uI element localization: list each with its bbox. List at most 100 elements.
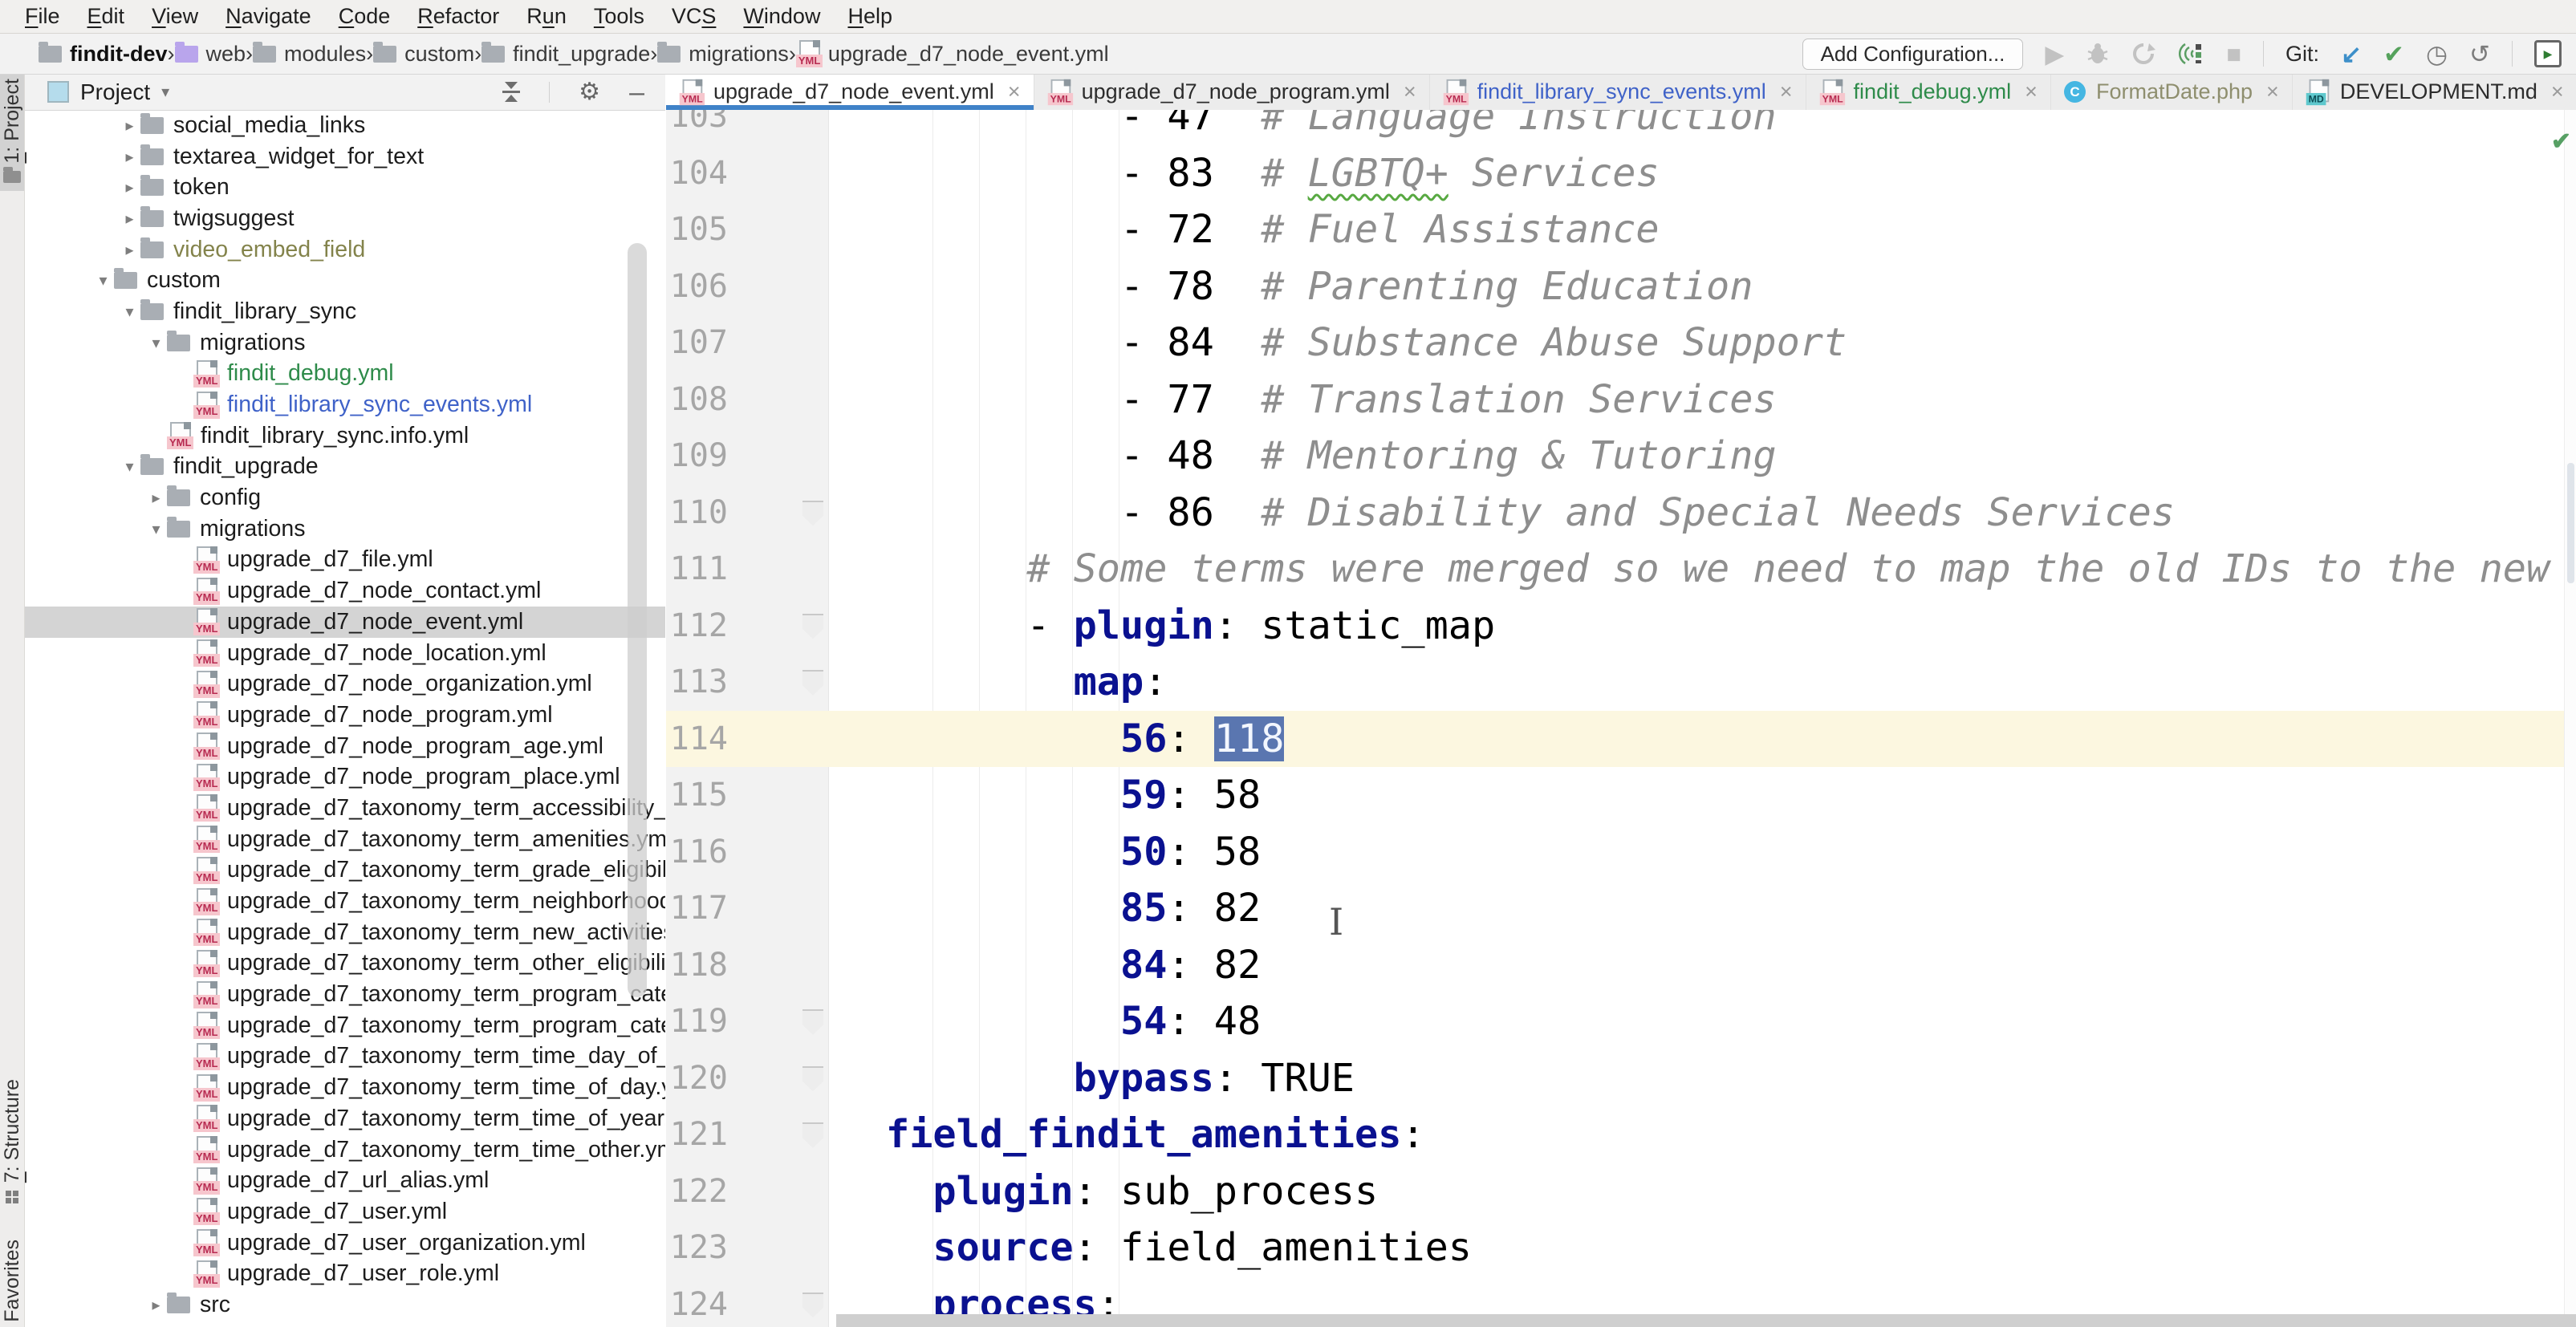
editor[interactable]: 103 - 47 # Language Instruction104 - 83 … bbox=[666, 110, 2576, 1327]
run-icon[interactable]: ▶ bbox=[2045, 42, 2064, 67]
editor-line-108[interactable]: 108 - 77 # Translation Services bbox=[666, 371, 2565, 428]
debug-icon[interactable] bbox=[2086, 42, 2110, 66]
tree-item-upgrade-d7-taxonomy-term-time-day-of-[interactable]: YMLupgrade_d7_taxonomy_term_time_day_of_ bbox=[25, 1041, 665, 1073]
editor-line-112[interactable]: 112 - plugin: static_map bbox=[666, 598, 2565, 655]
editor-line-122[interactable]: 122 plugin: sub_process bbox=[666, 1163, 2565, 1220]
tree-item-upgrade-d7-node-program-age-yml[interactable]: YMLupgrade_d7_node_program_age.yml bbox=[25, 731, 665, 762]
terminal-icon[interactable]: ▶ bbox=[2534, 40, 2562, 67]
menu-run[interactable]: Run bbox=[513, 4, 580, 29]
tree-item-migrations[interactable]: ▾migrations bbox=[25, 327, 665, 359]
menu-help[interactable]: Help bbox=[834, 4, 906, 29]
tree-item-findit-library-sync-events-yml[interactable]: YMLfindit_library_sync_events.yml bbox=[25, 389, 665, 420]
tree-item-custom[interactable]: ▾custom bbox=[25, 265, 665, 296]
git-rollback-icon[interactable]: ↺ bbox=[2469, 42, 2490, 67]
editor-line-105[interactable]: 105 - 72 # Fuel Assistance bbox=[666, 201, 2565, 258]
close-icon[interactable]: × bbox=[2025, 79, 2038, 104]
breadcrumb-item[interactable]: YMLupgrade_d7_node_event.yml bbox=[796, 40, 1109, 67]
tool-stripe-favorites-button[interactable]: 2: Favorites bbox=[0, 1223, 24, 1327]
tree-item-src[interactable]: ▸src bbox=[25, 1289, 665, 1321]
tool-stripe-project-button[interactable]: 1: Project bbox=[0, 71, 24, 191]
gear-icon[interactable]: ⚙ bbox=[579, 78, 600, 106]
menu-file[interactable]: File bbox=[11, 4, 74, 29]
editor-line-120[interactable]: 120 bypass: TRUE bbox=[666, 1050, 2565, 1107]
inspections-ok-icon[interactable]: ✔ bbox=[2551, 128, 2571, 156]
stop-icon[interactable]: ■ bbox=[2226, 42, 2241, 67]
breadcrumb-item[interactable]: findit_upgrade bbox=[481, 42, 650, 67]
tree-item-upgrade-d7-taxonomy-term-program-cate[interactable]: YMLupgrade_d7_taxonomy_term_program_cate bbox=[25, 1010, 665, 1041]
coverage-icon[interactable] bbox=[2131, 42, 2155, 66]
menu-window[interactable]: Window bbox=[729, 4, 834, 29]
tree-item-token[interactable]: ▸token bbox=[25, 172, 665, 203]
tree-item-upgrade-d7-taxonomy-term-accessibility-c[interactable]: YMLupgrade_d7_taxonomy_term_accessibilit… bbox=[25, 793, 665, 824]
tree-item-findit-library-sync-info-yml[interactable]: YMLfindit_library_sync.info.yml bbox=[25, 420, 665, 452]
menu-edit[interactable]: Edit bbox=[74, 4, 139, 29]
tree-item-upgrade-d7-taxonomy-term-new-activities[interactable]: YMLupgrade_d7_taxonomy_term_new_activiti… bbox=[25, 917, 665, 948]
editor-line-106[interactable]: 106 - 78 # Parenting Education bbox=[666, 258, 2565, 315]
tab-upgrade-d7-node-event-yml[interactable]: YMLupgrade_d7_node_event.yml× bbox=[666, 74, 1034, 110]
editor-line-103[interactable]: 103 - 47 # Language Instruction bbox=[666, 110, 2565, 145]
tree-item-findit-library-sync[interactable]: ▾findit_library_sync bbox=[25, 296, 665, 327]
tree-item-upgrade-d7-file-yml[interactable]: YMLupgrade_d7_file.yml bbox=[25, 545, 665, 576]
tree-scrollbar[interactable] bbox=[628, 243, 647, 997]
git-commit-icon[interactable]: ✔ bbox=[2383, 42, 2404, 67]
chevron-expanded-icon[interactable]: ▾ bbox=[119, 302, 140, 322]
close-icon[interactable]: × bbox=[1780, 79, 1793, 104]
add-configuration-button[interactable]: Add Configuration... bbox=[1802, 39, 2024, 70]
menu-refactor[interactable]: Refactor bbox=[404, 4, 513, 29]
breadcrumb-item[interactable]: modules bbox=[253, 42, 366, 67]
menu-view[interactable]: View bbox=[138, 4, 212, 29]
menu-tools[interactable]: Tools bbox=[580, 4, 658, 29]
tab-development-md[interactable]: MDDEVELOPMENT.md× bbox=[2293, 74, 2576, 110]
tab-formatdate-php[interactable]: CFormatDate.php× bbox=[2051, 74, 2293, 110]
editor-line-123[interactable]: 123 source: field_amenities bbox=[666, 1219, 2565, 1276]
tree-item-upgrade-d7-taxonomy-term-other-eligibili[interactable]: YMLupgrade_d7_taxonomy_term_other_eligib… bbox=[25, 948, 665, 980]
tree-item-upgrade-d7-node-program-yml[interactable]: YMLupgrade_d7_node_program.yml bbox=[25, 700, 665, 731]
editor-line-118[interactable]: 118 84: 82 bbox=[666, 937, 2565, 994]
tree-item-upgrade-d7-node-event-yml[interactable]: YMLupgrade_d7_node_event.yml bbox=[25, 607, 665, 638]
tree-item-upgrade-d7-taxonomy-term-time-of-day-y[interactable]: YMLupgrade_d7_taxonomy_term_time_of_day.… bbox=[25, 1072, 665, 1103]
editor-horizontal-scrollbar[interactable] bbox=[836, 1314, 2576, 1327]
tree-item-upgrade-d7-node-organization-yml[interactable]: YMLupgrade_d7_node_organization.yml bbox=[25, 668, 665, 700]
tree-item-upgrade-d7-node-program-place-yml[interactable]: YMLupgrade_d7_node_program_place.yml bbox=[25, 761, 665, 793]
menu-code[interactable]: Code bbox=[325, 4, 404, 29]
tree-item-upgrade-d7-user-yml[interactable]: YMLupgrade_d7_user.yml bbox=[25, 1196, 665, 1228]
git-update-icon[interactable]: ↙ bbox=[2341, 42, 2362, 67]
editor-line-121[interactable]: 121field_findit_amenities: bbox=[666, 1106, 2565, 1163]
tree-item-textarea-widget-for-text[interactable]: ▸textarea_widget_for_text bbox=[25, 141, 665, 172]
chevron-expanded-icon[interactable]: ▾ bbox=[145, 519, 167, 539]
menu-navigate[interactable]: Navigate bbox=[212, 4, 325, 29]
editor-line-113[interactable]: 113 map: bbox=[666, 654, 2565, 711]
tree-item-upgrade-d7-taxonomy-term-grade-eligibil[interactable]: YMLupgrade_d7_taxonomy_term_grade_eligib… bbox=[25, 855, 665, 887]
editor-line-107[interactable]: 107 - 84 # Substance Abuse Support bbox=[666, 315, 2565, 371]
tree-item-upgrade-d7-user-role-yml[interactable]: YMLupgrade_d7_user_role.yml bbox=[25, 1258, 665, 1289]
editor-line-104[interactable]: 104 - 83 # LGBTQ+ Services bbox=[666, 145, 2565, 202]
tree-item-social-media-links[interactable]: ▸social_media_links bbox=[25, 110, 665, 141]
editor-line-115[interactable]: 115 59: 58 bbox=[666, 767, 2565, 824]
tool-stripe-structure-button[interactable]: 7: Structure bbox=[0, 1071, 24, 1211]
git-history-icon[interactable]: ◷ bbox=[2426, 42, 2448, 67]
tree-item-upgrade-d7-taxonomy-term-time-other-ym[interactable]: YMLupgrade_d7_taxonomy_term_time_other.y… bbox=[25, 1134, 665, 1166]
chevron-down-icon[interactable]: ▾ bbox=[161, 82, 169, 102]
close-icon[interactable]: × bbox=[2551, 79, 2564, 104]
tree-item-upgrade-d7-taxonomy-term-neighborhood[interactable]: YMLupgrade_d7_taxonomy_term_neighborhood bbox=[25, 886, 665, 917]
chevron-collapsed-icon[interactable]: ▸ bbox=[119, 116, 140, 136]
chevron-expanded-icon[interactable]: ▾ bbox=[119, 457, 140, 477]
tree-item-config[interactable]: ▸config bbox=[25, 482, 665, 513]
close-icon[interactable]: × bbox=[1404, 79, 1416, 104]
tab-findit-debug-yml[interactable]: YMLfindit_debug.yml× bbox=[1806, 74, 2051, 110]
editor-line-116[interactable]: 116 50: 58 bbox=[666, 824, 2565, 881]
tree-item-findit-upgrade[interactable]: ▾findit_upgrade bbox=[25, 452, 665, 483]
collapse-all-icon[interactable] bbox=[502, 82, 520, 102]
menu-vcs[interactable]: VCS bbox=[658, 4, 730, 29]
close-icon[interactable]: × bbox=[1008, 79, 1021, 104]
chevron-collapsed-icon[interactable]: ▸ bbox=[145, 1295, 167, 1315]
close-icon[interactable]: × bbox=[2266, 79, 2279, 104]
editor-vertical-scrollbar[interactable] bbox=[2567, 463, 2574, 583]
editor-line-110[interactable]: 110 - 86 # Disability and Special Needs … bbox=[666, 485, 2565, 542]
breadcrumb-item[interactable]: findit-dev bbox=[39, 42, 168, 67]
chevron-collapsed-icon[interactable]: ▸ bbox=[119, 147, 140, 167]
tab-upgrade-d7-node-program-yml[interactable]: YMLupgrade_d7_node_program.yml× bbox=[1034, 74, 1430, 110]
tab-findit-library-sync-events-yml[interactable]: YMLfindit_library_sync_events.yml× bbox=[1430, 74, 1806, 110]
tree-item-upgrade-d7-taxonomy-term-amenities-yml[interactable]: YMLupgrade_d7_taxonomy_term_amenities.ym… bbox=[25, 824, 665, 855]
project-panel-title[interactable]: Project bbox=[80, 79, 150, 105]
